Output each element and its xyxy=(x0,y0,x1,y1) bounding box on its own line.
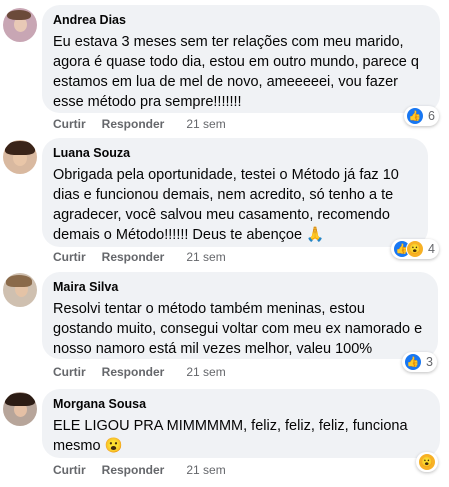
comment-text: ELE LIGOU PRA MIMMMMM, feliz, feliz, fel… xyxy=(53,416,429,456)
comment-text: Obrigada pela oportunidade, testei o Mét… xyxy=(53,165,417,245)
reply-button[interactable]: Responder xyxy=(102,250,165,264)
like-button[interactable]: Curtir xyxy=(53,117,86,131)
avatar[interactable] xyxy=(3,140,37,174)
comment-bubble: Morgana Sousa ELE LIGOU PRA MIMMMMM, fel… xyxy=(42,389,440,458)
reply-button[interactable]: Responder xyxy=(102,117,165,131)
astonished-emoji: 😮 xyxy=(104,438,123,454)
comment-bubble: Luana Souza Obrigada pela oportunidade, … xyxy=(42,138,428,247)
comment-bubble: Andrea Dias Eu estava 3 meses sem ter re… xyxy=(42,5,440,113)
comment-actions: Curtir Responder 21 sem xyxy=(53,463,226,477)
reply-button[interactable]: Responder xyxy=(102,365,165,379)
comment-timestamp[interactable]: 21 sem xyxy=(186,365,225,379)
reply-button[interactable]: Responder xyxy=(102,463,165,477)
reaction-summary[interactable]: 👍 6 xyxy=(404,106,439,126)
reaction-count: 3 xyxy=(426,355,433,369)
praying-hands-emoji: 🙏 xyxy=(306,227,325,243)
comment-author[interactable]: Luana Souza xyxy=(53,146,417,161)
comment-actions: Curtir Responder 21 sem xyxy=(53,365,226,379)
comment-text: Resolvi tentar o método também meninas, … xyxy=(53,301,423,357)
thumbs-up-icon: 👍 xyxy=(406,107,424,125)
comment-timestamp[interactable]: 21 sem xyxy=(186,117,225,131)
comment-timestamp[interactable]: 21 sem xyxy=(186,250,225,264)
wow-face-icon: 😮 xyxy=(406,240,424,258)
reaction-count: 4 xyxy=(428,242,435,256)
comment-text-body: Obrigada pela oportunidade, testei o Mét… xyxy=(53,167,399,243)
comment-actions: Curtir Responder 21 sem xyxy=(53,250,226,264)
like-button[interactable]: Curtir xyxy=(53,365,86,379)
like-button[interactable]: Curtir xyxy=(53,250,86,264)
reaction-summary[interactable]: 👍 😮 4 xyxy=(391,239,439,259)
comment-author[interactable]: Andrea Dias xyxy=(53,13,429,28)
reaction-summary[interactable]: 👍 3 xyxy=(402,352,437,372)
avatar[interactable] xyxy=(3,392,37,426)
comment-bubble: Maira Silva Resolvi tentar o método tamb… xyxy=(42,272,438,359)
avatar[interactable] xyxy=(3,8,37,42)
thumbs-up-icon: 👍 xyxy=(404,353,422,371)
reaction-count: 6 xyxy=(428,109,435,123)
comment-text: Eu estava 3 meses sem ter relações com m… xyxy=(53,34,419,110)
avatar[interactable] xyxy=(3,273,37,307)
comment-author[interactable]: Morgana Sousa xyxy=(53,397,429,412)
comment-timestamp[interactable]: 21 sem xyxy=(186,463,225,477)
comment-actions: Curtir Responder 21 sem xyxy=(53,117,226,131)
like-button[interactable]: Curtir xyxy=(53,463,86,477)
wow-face-icon: 😮 xyxy=(418,453,436,471)
reaction-summary[interactable]: 😮 xyxy=(416,452,438,472)
comment-author[interactable]: Maira Silva xyxy=(53,280,427,295)
